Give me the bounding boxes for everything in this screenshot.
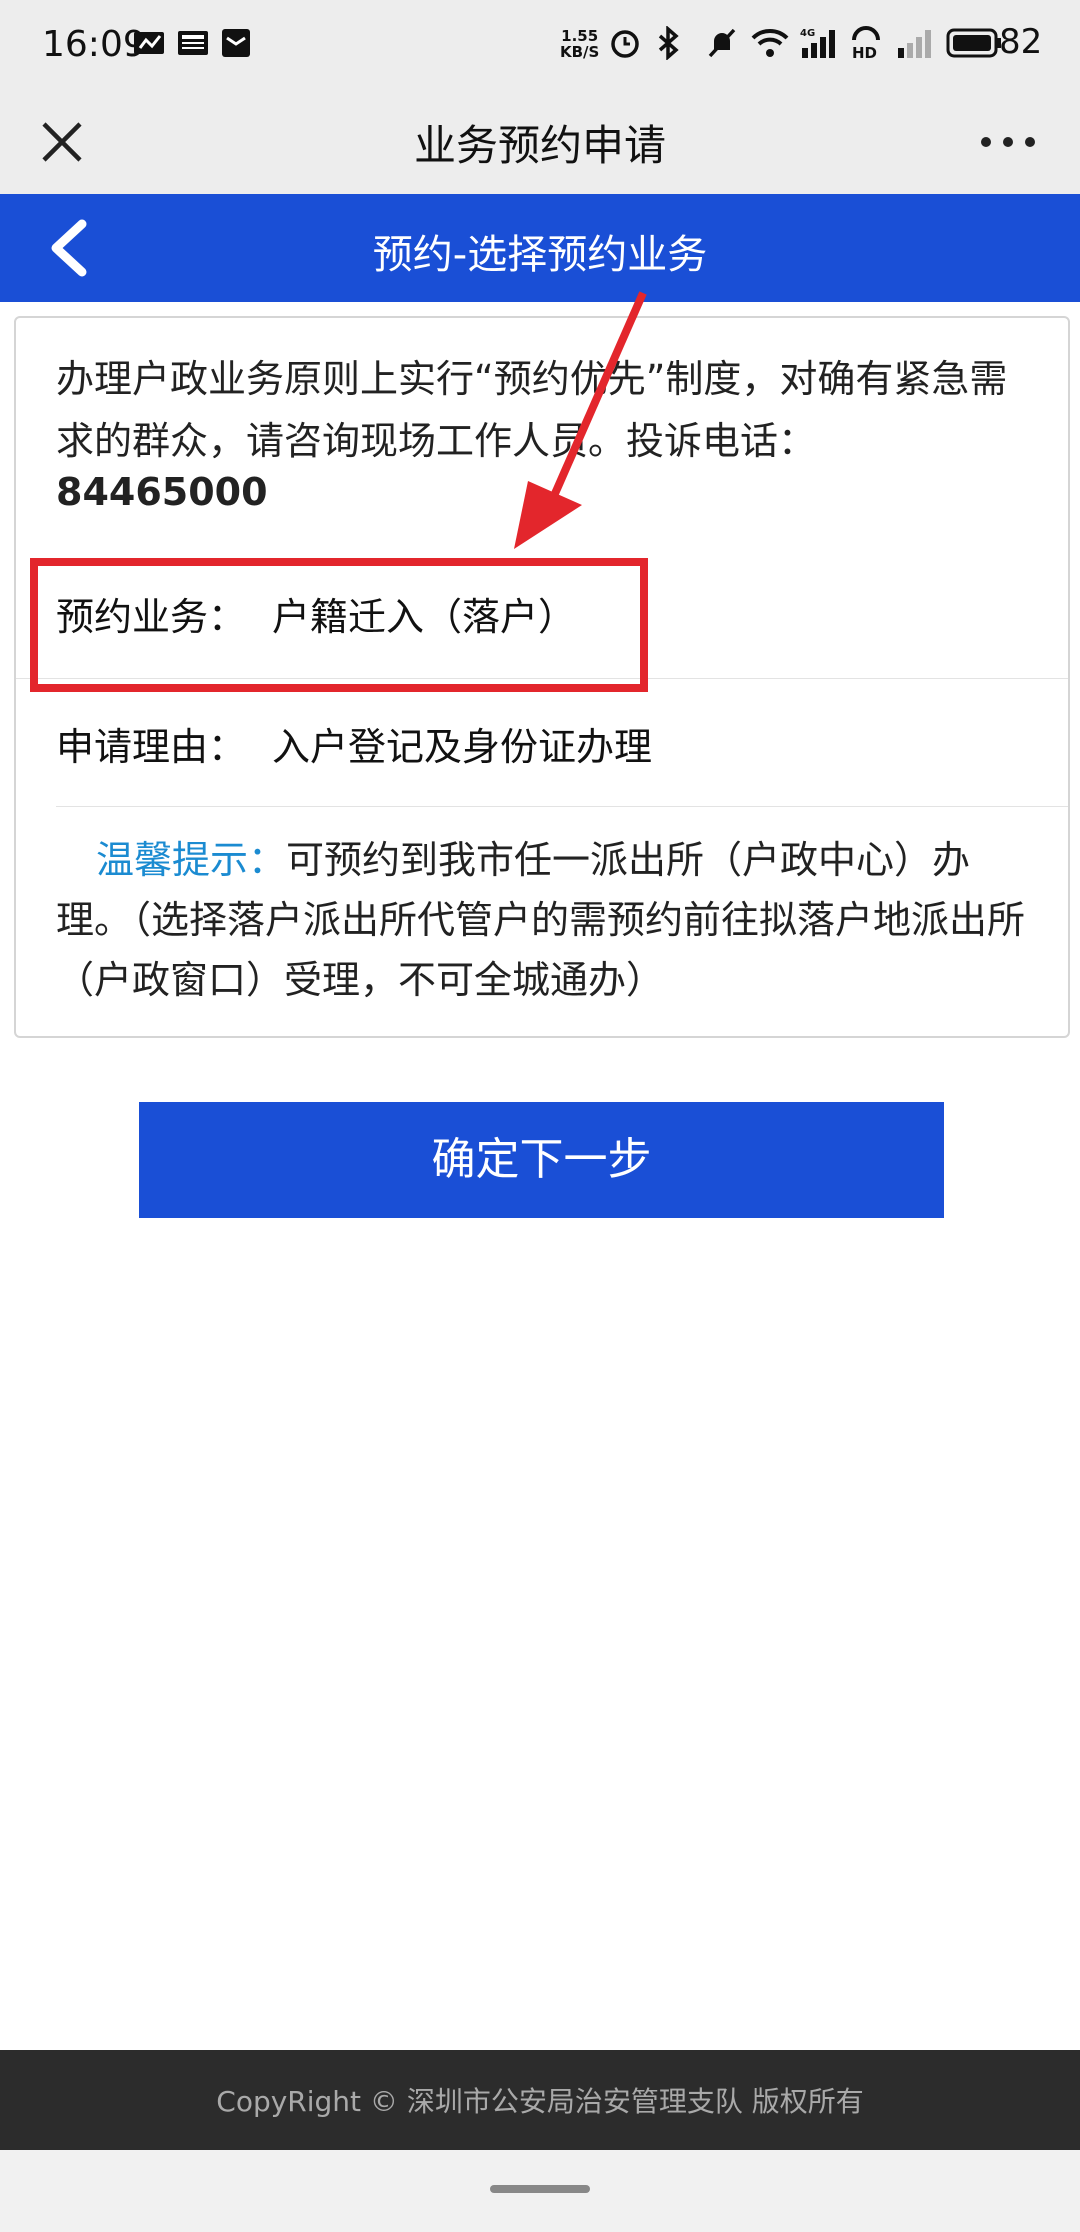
signal-icon: 4G (800, 28, 835, 58)
network-label: 4G (800, 28, 815, 39)
annotation-highlight-box (30, 558, 648, 692)
message-icon (134, 32, 164, 54)
net-speed: 1.55 KB/S (560, 28, 599, 60)
page: 16:09 1.55 KB/S 4G HD 82 业务预约申请 预约-选择预约业… (0, 0, 1080, 2232)
title-bar: 业务预约申请 (0, 90, 1080, 194)
status-bar: 16:09 1.55 KB/S 4G HD 82 (0, 0, 1080, 90)
sub-header-title: 预约-选择预约业务 (372, 232, 708, 278)
reason-value: 入户登记及身份证办理 (272, 725, 653, 769)
hd-label: HD (852, 44, 877, 60)
tip-label: 温馨提示： (96, 838, 287, 882)
system-nav-bar (0, 2150, 1080, 2232)
more-icon[interactable] (970, 110, 1050, 174)
battery-level: 82 (999, 22, 1043, 62)
divider (56, 806, 1068, 807)
signal-weak-icon (898, 30, 931, 58)
mail-icon (222, 29, 250, 57)
wifi-icon (751, 28, 789, 57)
footer: CopyRight © 深圳市公安局治安管理支队 版权所有 (0, 2050, 1080, 2150)
alarm-icon (611, 30, 639, 58)
net-speed-value: 1.55 (561, 27, 599, 45)
status-time: 16:09 (42, 24, 146, 65)
news-icon (178, 31, 208, 55)
bluetooth-icon (658, 26, 679, 60)
page-title: 业务预约申请 (413, 121, 666, 170)
home-indicator[interactable] (490, 2185, 590, 2193)
reason-label: 申请理由： (56, 725, 247, 769)
complaint-phone: 84465000 (56, 470, 268, 514)
copyright-text: CopyRight © 深圳市公安局治安管理支队 版权所有 (216, 2085, 864, 2118)
tip-text: 温馨提示：可预约到我市任一派出所（户政中心）办理。（选择落户派出所代管户的需预约… (56, 830, 1046, 1010)
reason-row[interactable]: 申请理由： 入户登记及身份证办理 (56, 716, 1056, 771)
hd-call-icon: HD (852, 26, 880, 60)
net-speed-unit: KB/S (560, 43, 600, 61)
annotation-arrow-icon (514, 291, 647, 549)
next-step-button[interactable]: 确定下一步 (139, 1102, 944, 1218)
mute-icon (708, 28, 736, 58)
